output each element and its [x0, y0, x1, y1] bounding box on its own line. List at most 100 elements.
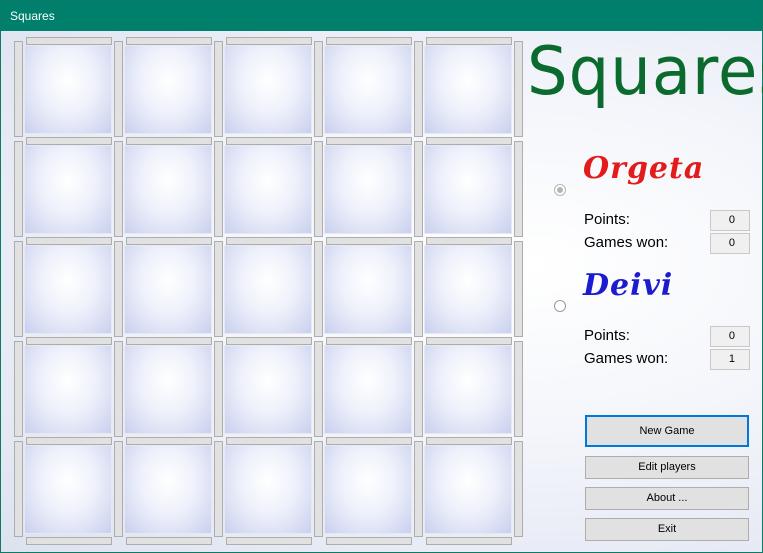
horizontal-edge-button[interactable]: [426, 537, 512, 545]
board-cell: [224, 345, 312, 434]
board-cell: [224, 245, 312, 334]
vertical-edge-button[interactable]: [114, 341, 123, 437]
horizontal-edge-button[interactable]: [226, 237, 312, 245]
player2-points-value: 0: [710, 326, 750, 347]
vertical-edge-button[interactable]: [214, 41, 223, 137]
vertical-edge-button[interactable]: [314, 241, 323, 337]
vertical-edge-button[interactable]: [514, 141, 523, 237]
player1-games-label: Games won:: [584, 234, 669, 251]
player1-games-value: 0: [710, 233, 750, 254]
horizontal-edge-button[interactable]: [26, 137, 112, 145]
horizontal-edge-button[interactable]: [426, 37, 512, 45]
horizontal-edge-button[interactable]: [26, 337, 112, 345]
vertical-edge-button[interactable]: [214, 141, 223, 237]
player1-active-radio[interactable]: [554, 184, 566, 196]
horizontal-edge-button[interactable]: [26, 37, 112, 45]
board-cell: [224, 45, 312, 134]
horizontal-edge-button[interactable]: [426, 237, 512, 245]
title-bar: Squares: [1, 1, 762, 31]
vertical-edge-button[interactable]: [514, 341, 523, 437]
vertical-edge-button[interactable]: [14, 341, 23, 437]
vertical-edge-button[interactable]: [114, 241, 123, 337]
vertical-edge-button[interactable]: [14, 441, 23, 537]
logo-title: Squares: [527, 33, 763, 111]
board-cell: [124, 145, 212, 234]
horizontal-edge-button[interactable]: [226, 337, 312, 345]
horizontal-edge-button[interactable]: [126, 137, 212, 145]
vertical-edge-button[interactable]: [114, 141, 123, 237]
vertical-edge-button[interactable]: [314, 441, 323, 537]
board-cell: [24, 345, 112, 434]
player1-name: Orgeta: [583, 151, 705, 186]
board-cell: [24, 445, 112, 534]
vertical-edge-button[interactable]: [114, 41, 123, 137]
player1-points-label: Points:: [584, 211, 630, 228]
horizontal-edge-button[interactable]: [426, 337, 512, 345]
player2-active-radio[interactable]: [554, 300, 566, 312]
board-cell: [324, 145, 412, 234]
vertical-edge-button[interactable]: [414, 241, 423, 337]
horizontal-edge-button[interactable]: [426, 437, 512, 445]
horizontal-edge-button[interactable]: [226, 37, 312, 45]
vertical-edge-button[interactable]: [314, 141, 323, 237]
vertical-edge-button[interactable]: [514, 41, 523, 137]
horizontal-edge-button[interactable]: [326, 37, 412, 45]
player2-games-label: Games won:: [584, 350, 669, 367]
horizontal-edge-button[interactable]: [226, 137, 312, 145]
player1-points-value: 0: [710, 210, 750, 231]
vertical-edge-button[interactable]: [214, 341, 223, 437]
board-cell: [24, 245, 112, 334]
board-cell: [324, 245, 412, 334]
horizontal-edge-button[interactable]: [326, 437, 412, 445]
app-window: Squares Squares Orgeta Points: 0 Games w…: [0, 0, 763, 553]
vertical-edge-button[interactable]: [314, 341, 323, 437]
horizontal-edge-button[interactable]: [126, 37, 212, 45]
board-cell: [424, 245, 512, 334]
horizontal-edge-button[interactable]: [226, 437, 312, 445]
new-game-button[interactable]: New Game: [585, 415, 749, 447]
vertical-edge-button[interactable]: [514, 441, 523, 537]
exit-button[interactable]: Exit: [585, 518, 749, 541]
vertical-edge-button[interactable]: [14, 241, 23, 337]
vertical-edge-button[interactable]: [514, 241, 523, 337]
vertical-edge-button[interactable]: [14, 41, 23, 137]
vertical-edge-button[interactable]: [214, 241, 223, 337]
about-button[interactable]: About ...: [585, 487, 749, 510]
vertical-edge-button[interactable]: [114, 441, 123, 537]
horizontal-edge-button[interactable]: [26, 537, 112, 545]
board-cell: [224, 145, 312, 234]
horizontal-edge-button[interactable]: [126, 337, 212, 345]
horizontal-edge-button[interactable]: [426, 137, 512, 145]
horizontal-edge-button[interactable]: [326, 337, 412, 345]
board-cell: [124, 45, 212, 134]
vertical-edge-button[interactable]: [314, 41, 323, 137]
board-cell: [124, 445, 212, 534]
horizontal-edge-button[interactable]: [226, 537, 312, 545]
player2-name: Deivi: [583, 268, 674, 303]
horizontal-edge-button[interactable]: [26, 437, 112, 445]
horizontal-edge-button[interactable]: [126, 437, 212, 445]
board-cell: [324, 45, 412, 134]
vertical-edge-button[interactable]: [414, 41, 423, 137]
edit-players-button[interactable]: Edit players: [585, 456, 749, 479]
horizontal-edge-button[interactable]: [326, 237, 412, 245]
player2-points-label: Points:: [584, 327, 630, 344]
board-cell: [324, 345, 412, 434]
vertical-edge-button[interactable]: [14, 141, 23, 237]
horizontal-edge-button[interactable]: [326, 537, 412, 545]
board-cell: [124, 345, 212, 434]
board-cell: [424, 145, 512, 234]
vertical-edge-button[interactable]: [414, 341, 423, 437]
board-cell: [24, 145, 112, 234]
board-cell: [424, 345, 512, 434]
vertical-edge-button[interactable]: [414, 441, 423, 537]
board-cell: [24, 45, 112, 134]
vertical-edge-button[interactable]: [214, 441, 223, 537]
horizontal-edge-button[interactable]: [126, 237, 212, 245]
board-cell: [224, 445, 312, 534]
horizontal-edge-button[interactable]: [26, 237, 112, 245]
horizontal-edge-button[interactable]: [126, 537, 212, 545]
vertical-edge-button[interactable]: [414, 141, 423, 237]
horizontal-edge-button[interactable]: [326, 137, 412, 145]
board-cell: [124, 245, 212, 334]
